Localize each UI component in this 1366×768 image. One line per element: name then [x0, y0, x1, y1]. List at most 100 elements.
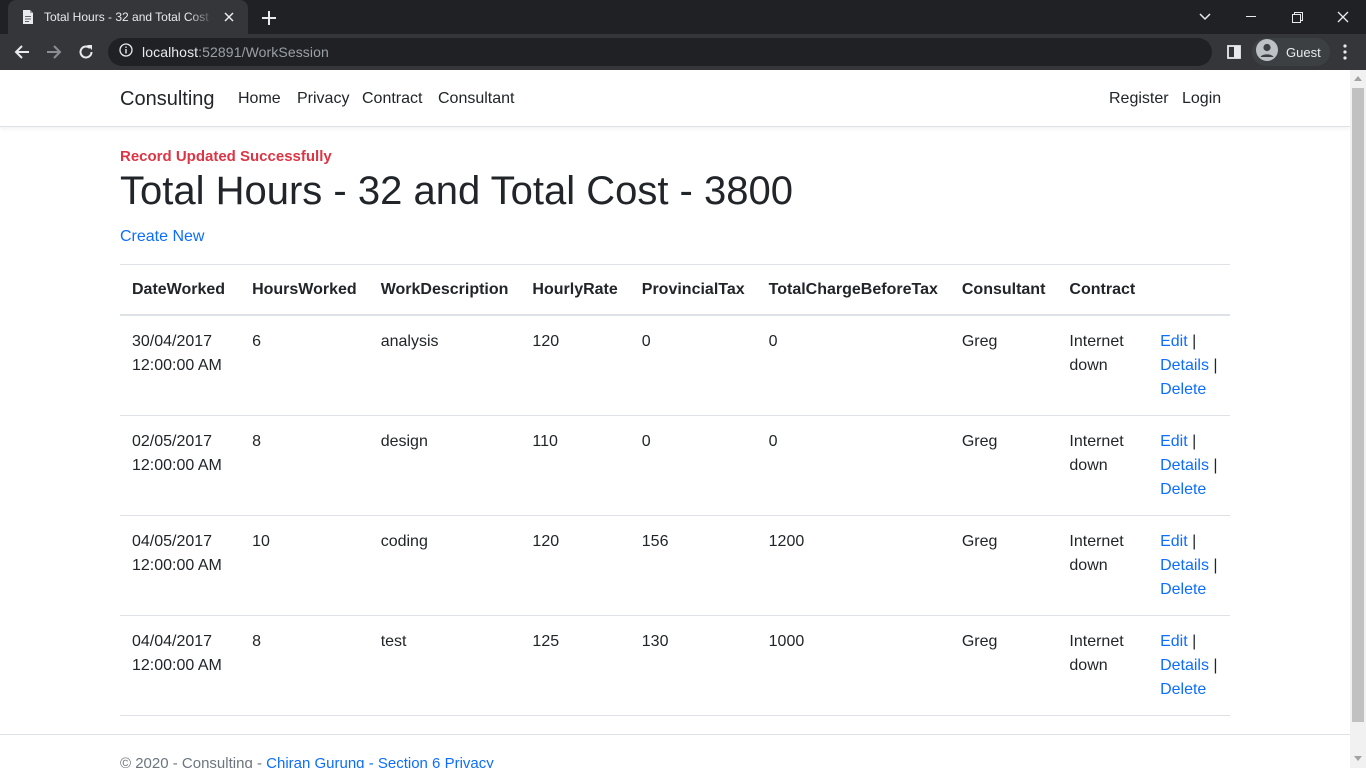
brand-link[interactable]: Consulting: [120, 88, 215, 111]
details-link[interactable]: Details: [1160, 657, 1209, 674]
author-link[interactable]: Chiran Gurung - Section 6: [266, 755, 440, 768]
edit-link[interactable]: Edit: [1160, 433, 1188, 450]
page-scrollbar[interactable]: [1350, 70, 1366, 768]
page-icon: [20, 9, 36, 25]
site-footer: © 2020 - Consulting - Chiran Gurung - Se…: [0, 734, 1350, 768]
delete-link[interactable]: Delete: [1160, 581, 1206, 598]
cell-provincial-tax: 156: [629, 515, 757, 616]
url-host: localhost: [142, 44, 199, 60]
profile-label: Guest: [1286, 44, 1321, 60]
cell-date-worked: 02/05/2017 12:00:00 AM: [120, 415, 241, 516]
cell-hours-worked: 6: [240, 315, 369, 416]
more-menu-icon[interactable]: [1331, 38, 1359, 66]
table-row: 04/05/2017 12:00:00 AM 10 coding 120 156 …: [120, 515, 1230, 616]
date-text: 30/04/2017: [132, 333, 213, 350]
nav-consultant[interactable]: Consultant: [438, 90, 515, 108]
separator: |: [1192, 633, 1197, 650]
header-consultant: Consultant: [949, 264, 1058, 316]
contract-text: Internet: [1069, 633, 1124, 650]
cell-total-charge: 1200: [756, 515, 950, 616]
cell-consultant: Greg: [949, 615, 1058, 716]
cell-date-worked: 04/05/2017 12:00:00 AM: [120, 515, 241, 616]
cell-work-description: coding: [368, 515, 521, 616]
contract-text: down: [1069, 457, 1108, 474]
nav-login[interactable]: Login: [1182, 90, 1221, 108]
tab-search-icon[interactable]: [1182, 0, 1228, 34]
info-icon[interactable]: [119, 42, 133, 62]
delete-link[interactable]: Delete: [1160, 481, 1206, 498]
contract-text: down: [1069, 657, 1108, 674]
edit-link[interactable]: Edit: [1160, 633, 1188, 650]
header-contract: Contract: [1057, 264, 1149, 316]
cell-work-description: design: [368, 415, 521, 516]
nav-home[interactable]: Home: [238, 90, 281, 108]
cell-hours-worked: 10: [240, 515, 369, 616]
reload-icon[interactable]: [72, 38, 100, 66]
cell-hours-worked: 8: [240, 615, 369, 716]
table-row: 02/05/2017 12:00:00 AM 8 design 110 0 0 G…: [120, 415, 1230, 516]
work-session-table: DateWorked HoursWorked WorkDescription H…: [120, 264, 1230, 716]
nav-privacy[interactable]: Privacy: [297, 90, 349, 108]
separator: |: [1213, 357, 1218, 374]
contract-text: Internet: [1069, 433, 1124, 450]
header-work-description: WorkDescription: [368, 264, 521, 316]
date-text: 02/05/2017: [132, 433, 213, 450]
cell-actions: Edit | Details | Delete: [1148, 615, 1230, 716]
edit-link[interactable]: Edit: [1160, 533, 1188, 550]
address-bar[interactable]: localhost:52891/WorkSession: [108, 38, 1212, 66]
cell-contract: Internet down: [1057, 315, 1149, 416]
close-window-icon[interactable]: [1320, 0, 1366, 34]
header-actions: [1148, 264, 1230, 316]
delete-link[interactable]: Delete: [1160, 681, 1206, 698]
cell-contract: Internet down: [1057, 515, 1149, 616]
cell-total-charge: 1000: [756, 615, 950, 716]
header-hourly-rate: HourlyRate: [520, 264, 630, 316]
cell-work-description: analysis: [368, 315, 521, 416]
browser-tab[interactable]: Total Hours - 32 and Total Cost - 3800: [8, 0, 248, 34]
separator: |: [1192, 433, 1197, 450]
details-link[interactable]: Details: [1160, 457, 1209, 474]
back-arrow-icon[interactable]: [8, 38, 36, 66]
details-link[interactable]: Details: [1160, 557, 1209, 574]
cell-actions: Edit | Details | Delete: [1148, 315, 1230, 416]
avatar-icon: [1256, 38, 1278, 66]
time-text: 12:00:00 AM: [132, 657, 222, 674]
date-text: 04/05/2017: [132, 533, 213, 550]
edit-link[interactable]: Edit: [1160, 333, 1188, 350]
cell-consultant: Greg: [949, 315, 1058, 416]
delete-link[interactable]: Delete: [1160, 381, 1206, 398]
cell-contract: Internet down: [1057, 615, 1149, 716]
time-text: 12:00:00 AM: [132, 557, 222, 574]
table-row: 04/04/2017 12:00:00 AM 8 test 125 130 100…: [120, 615, 1230, 716]
footer-privacy-link[interactable]: Privacy: [445, 755, 494, 768]
nav-contract[interactable]: Contract: [362, 90, 422, 108]
close-tab-icon[interactable]: [220, 8, 238, 26]
scroll-down-icon[interactable]: [1354, 756, 1362, 761]
scroll-up-icon[interactable]: [1354, 76, 1362, 81]
scroll-thumb[interactable]: [1352, 88, 1364, 722]
separator: |: [1192, 333, 1197, 350]
contract-text: down: [1069, 557, 1108, 574]
side-panel-icon[interactable]: [1220, 38, 1248, 66]
browser-tabstrip: Total Hours - 32 and Total Cost - 3800: [0, 0, 1366, 34]
separator: |: [1213, 557, 1218, 574]
separator: |: [1213, 457, 1218, 474]
cell-total-charge: 0: [756, 415, 950, 516]
new-tab-icon[interactable]: [258, 7, 280, 29]
cell-hourly-rate: 120: [520, 515, 630, 616]
cell-hourly-rate: 125: [520, 615, 630, 716]
details-link[interactable]: Details: [1160, 357, 1209, 374]
profile-button[interactable]: Guest: [1252, 38, 1330, 66]
forward-arrow-icon[interactable]: [40, 38, 68, 66]
separator: |: [1192, 533, 1197, 550]
cell-provincial-tax: 0: [629, 415, 757, 516]
separator: |: [1213, 657, 1218, 674]
nav-register[interactable]: Register: [1109, 90, 1169, 108]
cell-hours-worked: 8: [240, 415, 369, 516]
copyright-text: © 2020 - Consulting -: [120, 755, 267, 768]
page-title: Total Hours - 32 and Total Cost - 3800: [120, 169, 793, 213]
create-new-link[interactable]: Create New: [120, 228, 204, 246]
url-text: localhost:52891/WorkSession: [142, 44, 329, 60]
minimize-icon[interactable]: [1228, 0, 1274, 34]
restore-icon[interactable]: [1274, 0, 1320, 34]
